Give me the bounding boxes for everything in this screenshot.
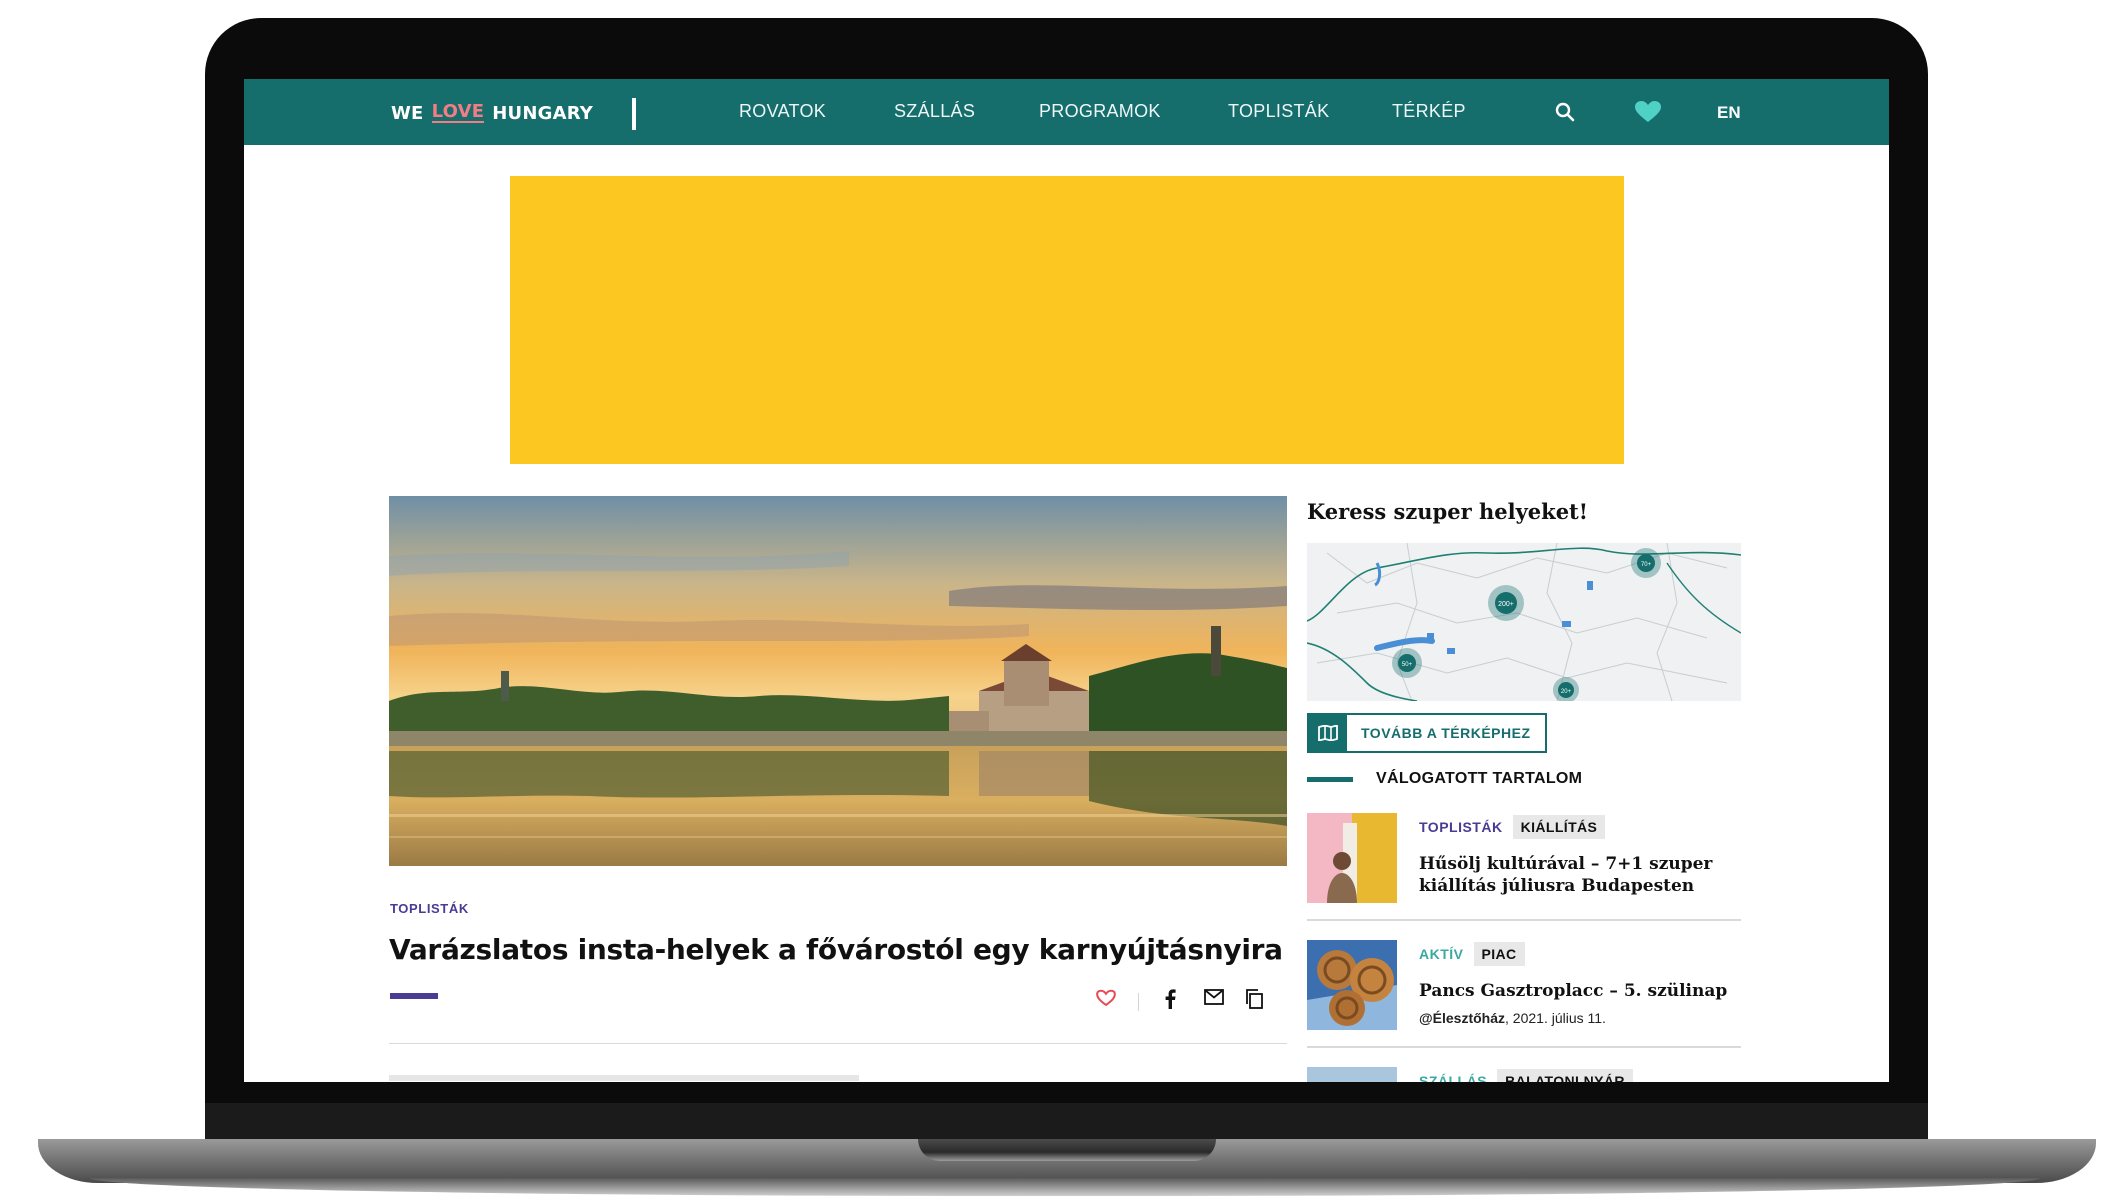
article-body-preview — [389, 1075, 859, 1081]
title-underline — [390, 993, 438, 999]
nav-item-terkep[interactable]: TÉRKÉP — [1392, 101, 1466, 122]
nav-item-toplistak[interactable]: TOPLISTÁK — [1228, 101, 1329, 122]
card-title[interactable]: Pancs Gasztroplacc – 5. szülinap — [1419, 980, 1739, 1002]
copy-icon[interactable] — [1245, 989, 1263, 1014]
curated-card[interactable]: AKTÍV PIAC Pancs Gasztroplacc – 5. szüli… — [1307, 940, 1741, 1048]
hero-image[interactable] — [389, 496, 1287, 866]
ad-banner[interactable] — [510, 176, 1624, 464]
svg-text:200+: 200+ — [1498, 601, 1514, 608]
card-date: , 2021. július 11. — [1505, 1010, 1606, 1026]
card-badge[interactable]: KIÁLLÍTÁS — [1512, 815, 1606, 839]
map-icon — [1309, 715, 1347, 751]
svg-text:20+: 20+ — [1561, 689, 1572, 695]
language-switch[interactable]: EN — [1717, 103, 1741, 123]
laptop-base-edge — [90, 1178, 2040, 1196]
laptop-hinge-notch — [918, 1139, 1216, 1161]
card-category[interactable]: TOPLISTÁK — [1419, 819, 1503, 835]
heart-icon[interactable] — [1635, 101, 1661, 128]
top-nav: WE LOVE HUNGARY ROVATOK SZÁLLÁS PROGRAMO… — [244, 79, 1889, 145]
map-cluster-200[interactable]: 200+ — [1488, 585, 1524, 621]
logo-love: LOVE — [431, 101, 485, 123]
map-preview[interactable]: 200+ 70+ 50+ 20+ — [1307, 543, 1741, 701]
map-link-label: TOVÁBB A TÉRKÉPHEZ — [1361, 725, 1531, 741]
curated-card[interactable]: SZÁLLÁS BALATONI NYÁR — [1307, 1067, 1741, 1082]
share-separator — [1138, 993, 1139, 1011]
card-badge[interactable]: PIAC — [1473, 942, 1525, 966]
logo-hungary: HUNGARY — [492, 102, 594, 124]
card-category[interactable]: SZÁLLÁS — [1419, 1073, 1487, 1082]
browser-screen: WE LOVE HUNGARY ROVATOK SZÁLLÁS PROGRAMO… — [244, 79, 1889, 1082]
card-divider — [1307, 919, 1741, 921]
curated-card[interactable]: TOPLISTÁK KIÁLLÍTÁS Hűsölj kultúrával – … — [1307, 813, 1741, 921]
curated-section-title: VÁLOGATOTT TARTALOM — [1376, 770, 1583, 787]
search-icon[interactable] — [1555, 102, 1575, 127]
card-thumbnail — [1307, 940, 1397, 1030]
map-link-button[interactable]: TOVÁBB A TÉRKÉPHEZ — [1307, 713, 1547, 753]
card-thumbnail — [1307, 813, 1397, 903]
card-thumbnail — [1307, 1067, 1397, 1082]
card-category[interactable]: AKTÍV — [1419, 946, 1464, 962]
logo-we: WE — [391, 102, 424, 124]
map-section-title: Keress szuper helyeket! — [1307, 499, 1588, 524]
article-title[interactable]: Varázslatos insta-helyek a fővárostól eg… — [389, 933, 1283, 966]
facebook-icon[interactable] — [1164, 989, 1176, 1014]
nav-item-rovatok[interactable]: ROVATOK — [739, 101, 826, 122]
card-venue[interactable]: @Élesztőház — [1419, 1010, 1505, 1026]
card-divider — [1307, 1046, 1741, 1048]
card-meta: @Élesztőház, 2021. július 11. — [1419, 1010, 1606, 1026]
svg-text:50+: 50+ — [1402, 662, 1413, 668]
nav-item-programok[interactable]: PROGRAMOK — [1039, 101, 1161, 122]
logo-divider — [632, 98, 636, 130]
nav-item-szallas[interactable]: SZÁLLÁS — [894, 101, 975, 122]
map-cluster-70[interactable]: 70+ — [1631, 548, 1661, 578]
laptop-chin — [205, 1103, 1928, 1139]
article-divider — [389, 1043, 1287, 1044]
article-category[interactable]: TOPLISTÁK — [390, 901, 469, 916]
site-logo[interactable]: WE LOVE HUNGARY — [391, 100, 593, 126]
favorite-heart-icon[interactable] — [1096, 989, 1116, 1012]
svg-text:70+: 70+ — [1641, 562, 1652, 568]
curated-accent-bar — [1307, 777, 1353, 782]
card-title[interactable]: Hűsölj kultúrával – 7+1 szuper kiállítás… — [1419, 853, 1739, 897]
card-badge[interactable]: BALATONI NYÁR — [1497, 1069, 1633, 1082]
mail-icon[interactable] — [1204, 989, 1224, 1010]
map-cluster-50[interactable]: 50+ — [1392, 648, 1422, 678]
